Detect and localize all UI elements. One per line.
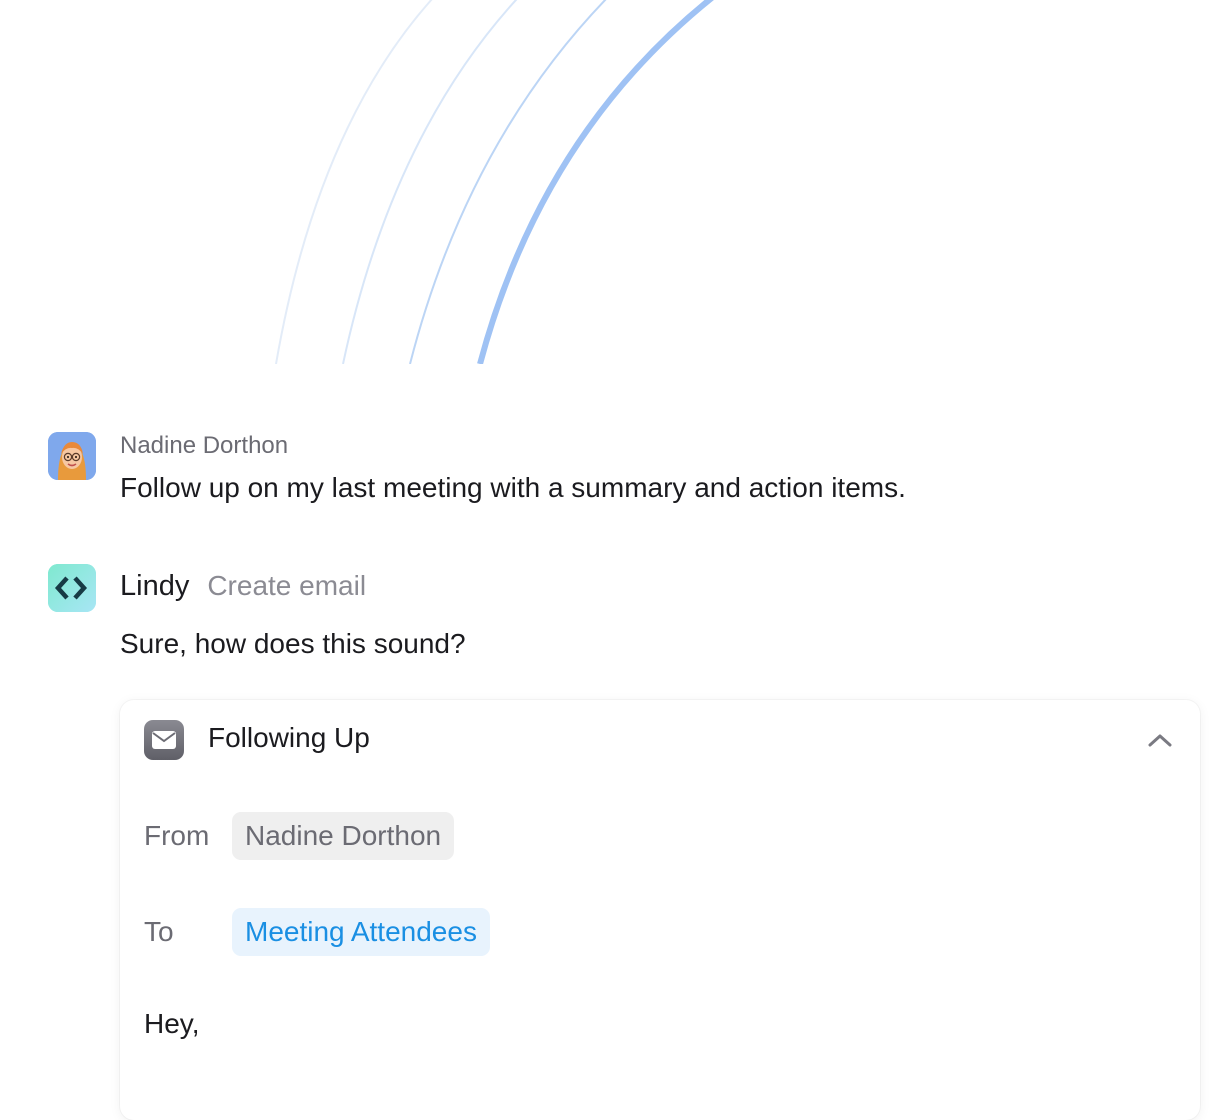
bot-message: Lindy Create email Sure, how does this so… [48,564,1148,664]
user-message-text: Follow up on my last meeting with a summ… [120,472,906,503]
from-chip[interactable]: Nadine Dorthon [232,812,455,860]
from-label: From [144,820,210,851]
memoji-avatar-icon [48,432,96,480]
chevron-up-icon [1148,734,1172,747]
bot-action-label: Create email [207,570,367,601]
user-name: Nadine Dorthon [120,432,289,459]
bot-name: Lindy [120,570,190,602]
chat-thread: Nadine Dorthon Follow up on my last meet… [0,0,1232,1120]
bot-header: Lindy Create email [120,570,366,603]
user-message: Nadine Dorthon Follow up on my last meet… [48,432,1148,512]
email-draft-card: Following Up From Nadine Dorthon To Meet… [120,700,1200,1120]
collapse-button[interactable] [1140,720,1180,760]
mail-icon [144,720,184,760]
lindy-logo-icon [48,564,96,612]
email-body-greeting: Hey, [144,1008,200,1039]
bot-message-text: Sure, how does this sound? [120,628,466,659]
to-label: To [144,916,174,947]
to-chip[interactable]: Meeting Attendees [232,908,490,956]
email-title: Following Up [208,722,370,753]
